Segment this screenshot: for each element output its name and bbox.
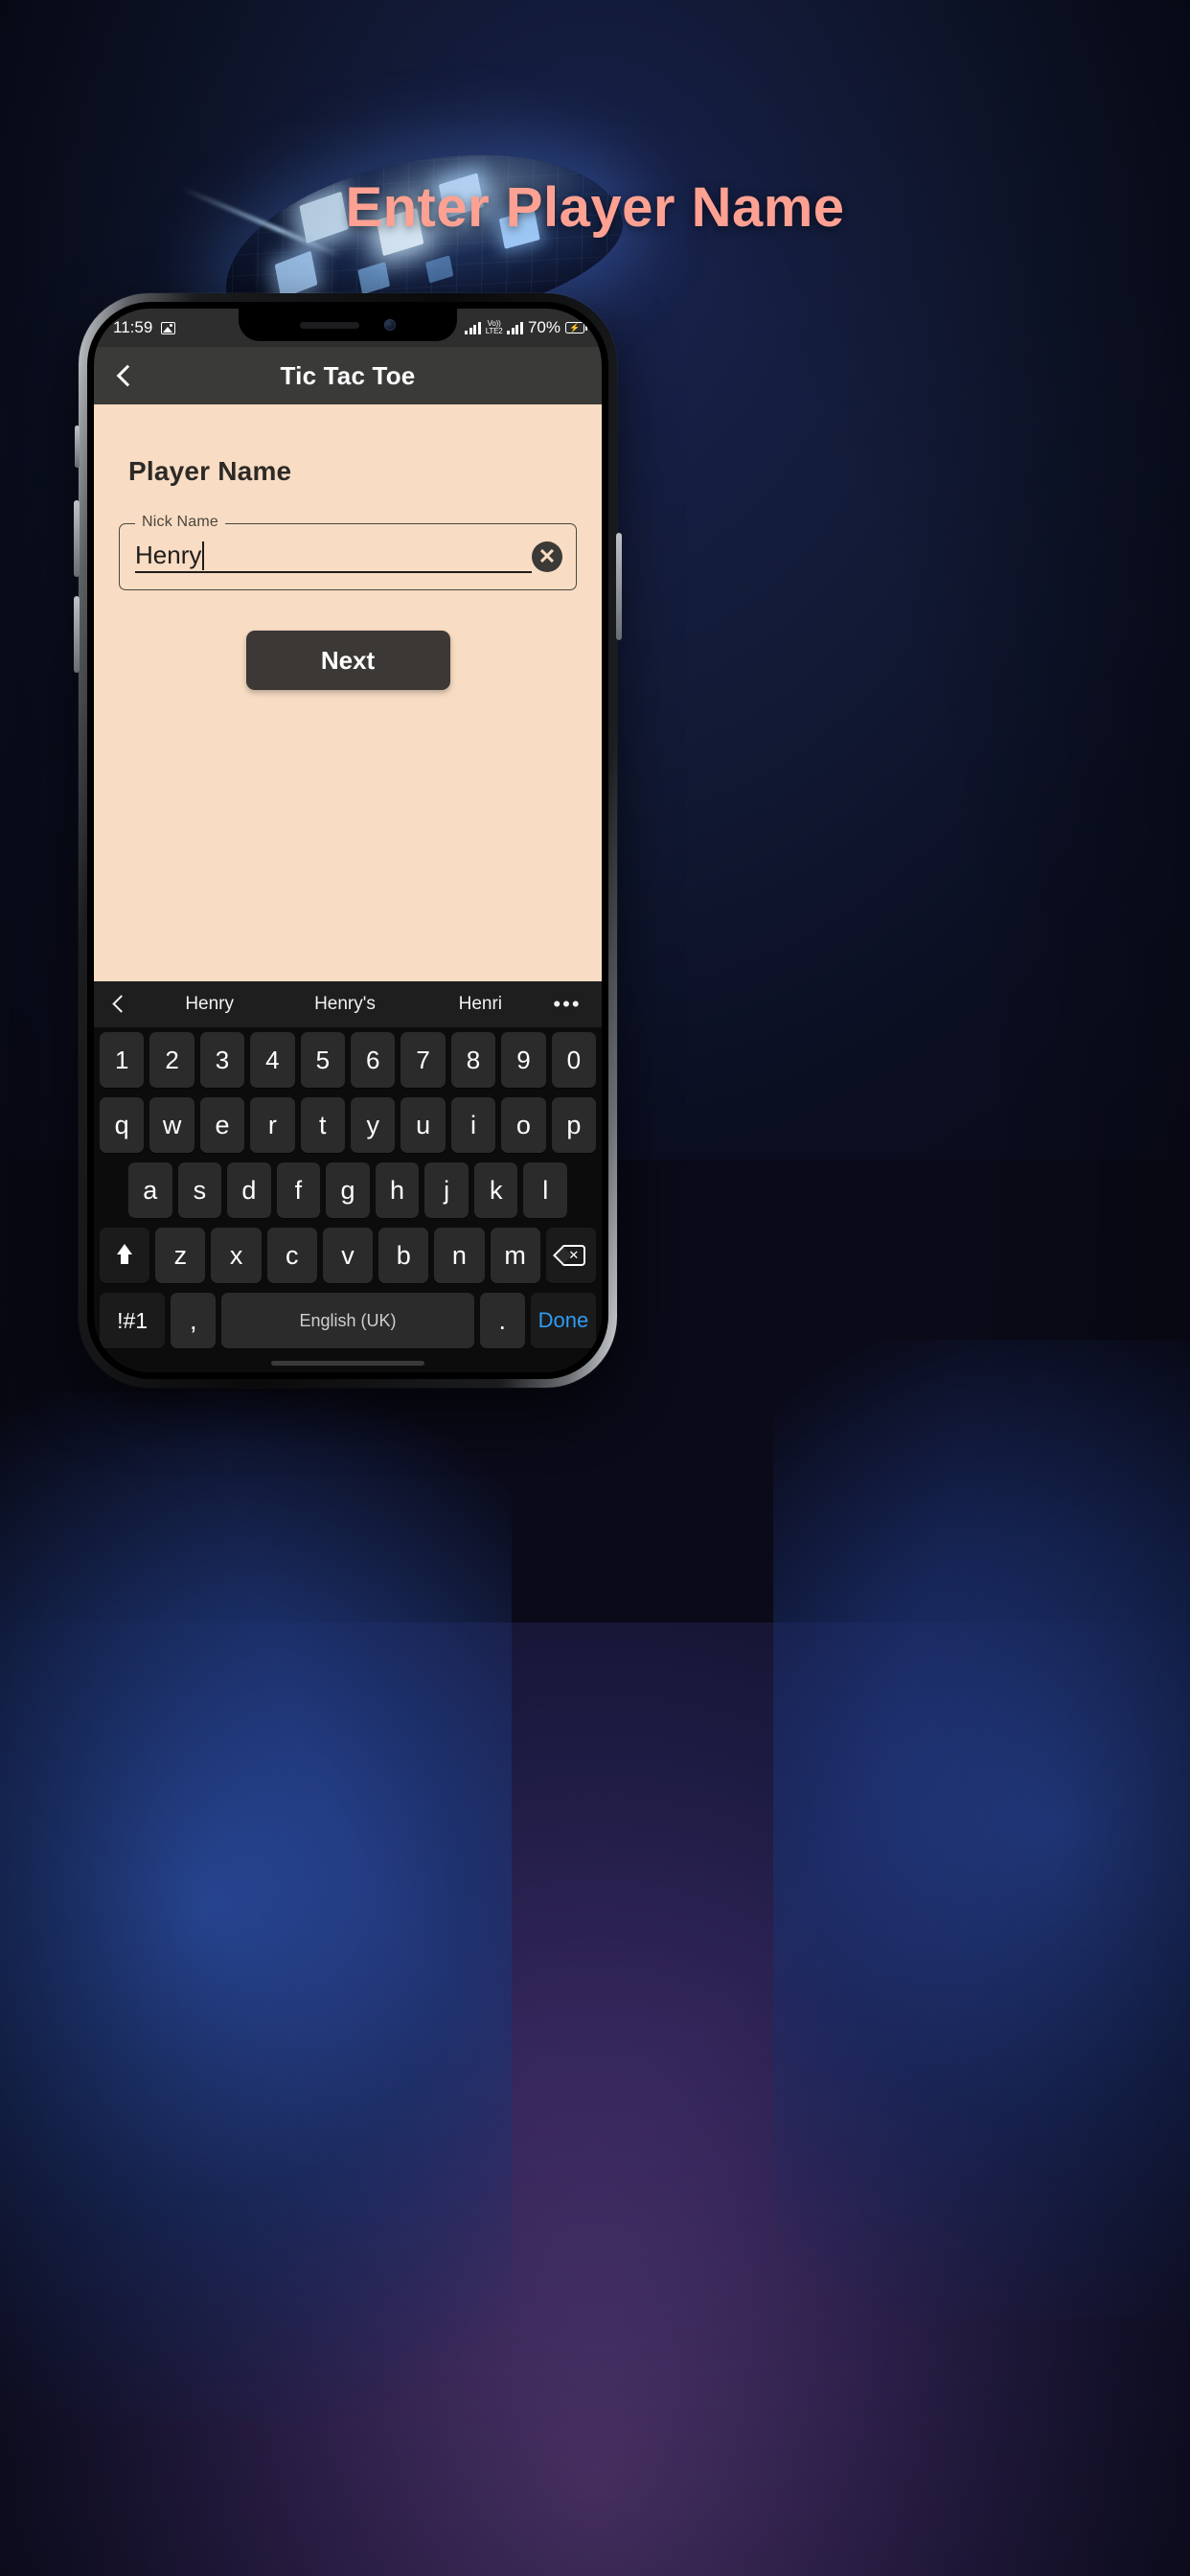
- key-o[interactable]: o: [501, 1097, 546, 1153]
- keyboard-row-bottom: z x c v b n m ✕: [94, 1223, 602, 1288]
- next-button[interactable]: Next: [245, 631, 450, 690]
- key-a[interactable]: a: [127, 1162, 172, 1218]
- status-bar-left: 11:59: [113, 318, 176, 337]
- home-indicator: [271, 1360, 424, 1366]
- keyboard-row-numbers: 1 2 3 4 5 6 7 8 9 0: [94, 1027, 602, 1092]
- keyboard-row-home: a s d f g h j k l: [94, 1158, 602, 1223]
- more-options-icon[interactable]: •••: [548, 992, 586, 1017]
- key-u[interactable]: u: [400, 1097, 446, 1153]
- suggestion-bar: Henry Henry's Henri •••: [94, 981, 602, 1027]
- app-bar-title: Tic Tac Toe: [280, 360, 416, 390]
- suggestion-item-2[interactable]: Henri: [413, 994, 548, 1015]
- symbols-key[interactable]: !#1: [100, 1293, 166, 1348]
- key-j[interactable]: j: [424, 1162, 469, 1218]
- volte-label-bottom: LTE2: [485, 327, 503, 335]
- key-z[interactable]: z: [155, 1228, 206, 1283]
- signal-bars-sim2-icon: [507, 321, 523, 334]
- key-h[interactable]: h: [375, 1162, 420, 1218]
- key-comma[interactable]: ,: [171, 1293, 217, 1348]
- front-camera-icon: [384, 319, 396, 331]
- key-2[interactable]: 2: [149, 1032, 195, 1088]
- key-5[interactable]: 5: [300, 1032, 345, 1088]
- nick-name-label: Nick Name: [135, 514, 226, 531]
- text-caret: [202, 541, 205, 570]
- key-f[interactable]: f: [276, 1162, 321, 1218]
- key-9[interactable]: 9: [501, 1032, 546, 1088]
- suggestion-item-1[interactable]: Henry's: [277, 994, 412, 1015]
- done-key[interactable]: Done: [530, 1293, 596, 1348]
- key-v[interactable]: v: [322, 1228, 374, 1283]
- suggestion-item-0[interactable]: Henry: [142, 994, 277, 1015]
- key-l[interactable]: l: [523, 1162, 568, 1218]
- keyboard-row-function: !#1 , English (UK) . Done: [94, 1288, 602, 1353]
- key-w[interactable]: w: [149, 1097, 195, 1153]
- space-key[interactable]: English (UK): [221, 1293, 474, 1348]
- key-t[interactable]: t: [300, 1097, 345, 1153]
- key-1[interactable]: 1: [99, 1032, 145, 1088]
- key-b[interactable]: b: [378, 1228, 429, 1283]
- phone-volume-up-button: [74, 500, 80, 577]
- key-0[interactable]: 0: [551, 1032, 597, 1088]
- phone-mute-switch: [75, 426, 80, 468]
- key-y[interactable]: y: [351, 1097, 396, 1153]
- nick-name-input[interactable]: Nick Name Henry ✕: [119, 514, 577, 590]
- nick-name-field-wrapper: Nick Name Henry ✕: [119, 514, 577, 590]
- key-d[interactable]: d: [227, 1162, 271, 1218]
- backspace-icon[interactable]: ✕: [545, 1228, 596, 1283]
- phone-notch: [239, 309, 457, 341]
- nick-name-value-text: Henry: [135, 540, 202, 569]
- main-content: Player Name Nick Name Henry ✕ Next: [94, 404, 602, 981]
- key-m[interactable]: m: [490, 1228, 540, 1283]
- battery-charging-icon: ⚡: [565, 322, 587, 334]
- image-icon: [161, 321, 176, 334]
- page-title: Enter Player Name: [345, 176, 845, 239]
- key-4[interactable]: 4: [250, 1032, 295, 1088]
- key-6[interactable]: 6: [351, 1032, 396, 1088]
- battery-percent-label: 70%: [527, 318, 561, 336]
- keyboard-row-top: q w e r t y u i o p: [94, 1092, 602, 1158]
- shift-arrow-icon[interactable]: [100, 1228, 150, 1283]
- nick-name-value-holder: Henry: [135, 540, 532, 573]
- home-indicator-area: [94, 1353, 602, 1372]
- key-8[interactable]: 8: [450, 1032, 496, 1088]
- on-screen-keyboard: Henry Henry's Henri ••• 1 2 3 4 5 6 7 8 …: [94, 981, 602, 1372]
- key-k[interactable]: k: [473, 1162, 518, 1218]
- app-bar: Tic Tac Toe: [94, 347, 602, 404]
- status-bar-time: 11:59: [113, 318, 153, 336]
- phone-power-button: [616, 533, 622, 640]
- earpiece-speaker: [300, 321, 359, 329]
- key-s[interactable]: s: [177, 1162, 222, 1218]
- volte-indicator: Vo)) LTE2: [486, 320, 503, 335]
- key-q[interactable]: q: [99, 1097, 145, 1153]
- key-p[interactable]: p: [551, 1097, 597, 1153]
- key-c[interactable]: c: [266, 1228, 317, 1283]
- key-3[interactable]: 3: [199, 1032, 245, 1088]
- section-title: Player Name: [128, 456, 292, 486]
- key-period[interactable]: .: [479, 1293, 525, 1348]
- key-i[interactable]: i: [450, 1097, 496, 1153]
- phone-mockup-frame: 11:59 Vo)) LTE2 70% ⚡ Tic Tac Toe Player…: [74, 293, 622, 1388]
- phone-screen: 11:59 Vo)) LTE2 70% ⚡ Tic Tac Toe Player…: [94, 309, 602, 1372]
- close-circle-icon[interactable]: ✕: [532, 541, 562, 572]
- status-bar-right: Vo)) LTE2 70% ⚡: [465, 318, 587, 337]
- key-g[interactable]: g: [326, 1162, 370, 1218]
- nick-name-value: Henry: [135, 540, 532, 573]
- chevron-left-icon[interactable]: [109, 996, 142, 1013]
- key-n[interactable]: n: [434, 1228, 485, 1283]
- phone-volume-down-button: [74, 596, 80, 673]
- key-r[interactable]: r: [250, 1097, 295, 1153]
- phone-bezel: 11:59 Vo)) LTE2 70% ⚡ Tic Tac Toe Player…: [87, 302, 608, 1379]
- signal-bars-sim1-icon: [465, 321, 481, 334]
- key-7[interactable]: 7: [400, 1032, 446, 1088]
- key-e[interactable]: e: [199, 1097, 245, 1153]
- key-x[interactable]: x: [211, 1228, 262, 1283]
